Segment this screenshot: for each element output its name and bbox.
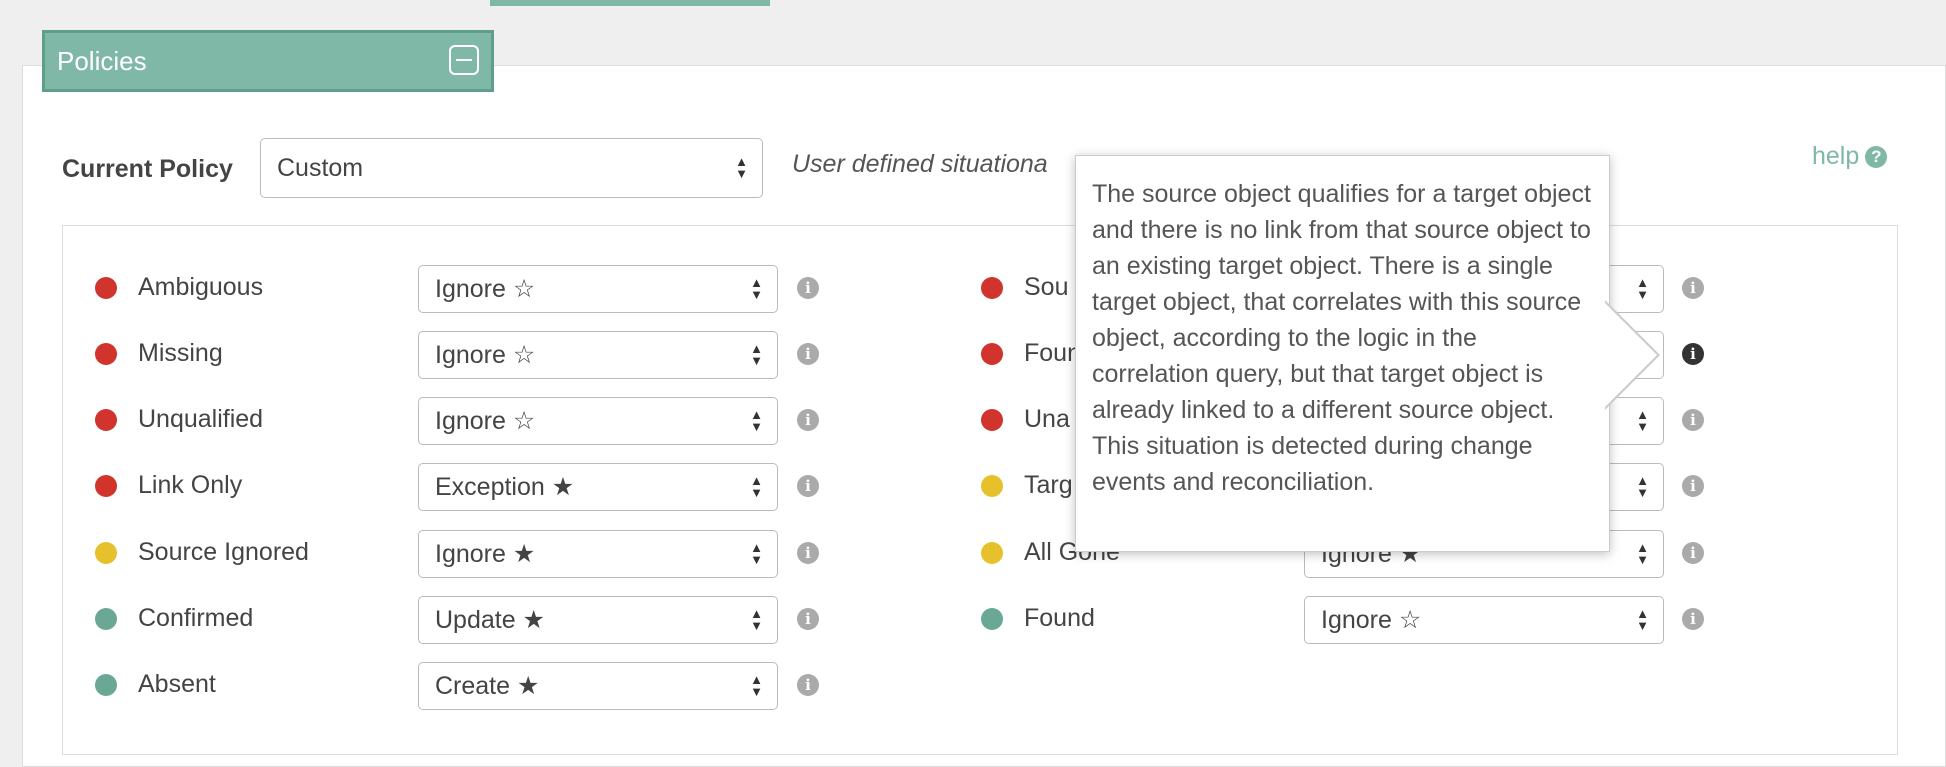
select-arrows-icon: ▲ ▼ <box>750 540 763 567</box>
situation-action-select[interactable]: Ignore ☆ ▲ ▼ <box>418 397 778 445</box>
info-icon[interactable]: i <box>1682 343 1704 365</box>
top-tab-indicator <box>490 0 770 6</box>
status-dot-red <box>95 343 117 365</box>
question-icon: ? <box>1865 145 1888 168</box>
situation-action-select[interactable]: Ignore ☆ ▲ ▼ <box>418 265 778 313</box>
status-dot-yellow <box>981 542 1003 564</box>
situation-label: Link Only <box>138 471 243 499</box>
collapse-icon[interactable] <box>449 45 479 75</box>
help-label: help <box>1812 142 1860 170</box>
info-icon[interactable]: i <box>797 608 819 630</box>
situation-label: Found <box>1024 604 1095 632</box>
situation-action-value: Ignore ☆ <box>435 275 536 303</box>
current-policy-label: Current Policy <box>62 155 233 183</box>
status-dot-red <box>95 277 117 299</box>
policies-panel-header: Policies <box>42 30 494 92</box>
situation-action-value: Create ★ <box>435 672 540 700</box>
tooltip-text: The source object qualifies for a target… <box>1092 180 1591 496</box>
info-icon[interactable]: i <box>797 343 819 365</box>
situation-action-select[interactable]: Ignore ★ ▲ ▼ <box>418 530 778 578</box>
select-arrows-icon: ▲ ▼ <box>1636 407 1649 434</box>
situation-label: Targ <box>1024 471 1073 499</box>
select-arrows-icon: ▲ ▼ <box>750 341 763 368</box>
select-arrows-icon: ▲ ▼ <box>750 672 763 699</box>
select-arrows-icon: ▲ ▼ <box>1636 606 1649 633</box>
info-icon[interactable]: i <box>797 409 819 431</box>
status-dot-green <box>95 608 117 630</box>
select-arrows-icon: ▲ ▼ <box>750 275 763 302</box>
status-dot-green <box>981 608 1003 630</box>
situation-label: Absent <box>138 670 216 698</box>
situation-action-value: Ignore ★ <box>435 540 536 568</box>
situation-label: Foun <box>1024 339 1081 367</box>
situation-label: Missing <box>138 339 223 367</box>
select-arrows-icon: ▲ ▼ <box>750 473 763 500</box>
select-arrows-icon: ▲ ▼ <box>750 606 763 633</box>
current-policy-value: Custom <box>277 153 364 182</box>
select-arrows-icon: ▲ ▼ <box>1636 473 1649 500</box>
status-dot-red <box>95 475 117 497</box>
status-dot-green <box>95 674 117 696</box>
info-icon[interactable]: i <box>1682 542 1704 564</box>
situation-action-value: Update ★ <box>435 606 545 634</box>
select-arrows-icon: ▲ ▼ <box>1636 540 1649 567</box>
info-icon[interactable]: i <box>1682 277 1704 299</box>
help-link[interactable]: help ? <box>1812 142 1888 171</box>
situation-label: Unqualified <box>138 405 264 433</box>
situation-action-value: Ignore ☆ <box>435 341 536 369</box>
info-icon[interactable]: i <box>797 277 819 299</box>
situation-label: Source Ignored <box>138 538 309 566</box>
info-icon[interactable]: i <box>1682 608 1704 630</box>
situation-tooltip: The source object qualifies for a target… <box>1075 155 1610 552</box>
status-dot-red <box>95 409 117 431</box>
tooltip-arrow-fill <box>1604 302 1657 408</box>
situation-action-value: Exception ★ <box>435 473 575 501</box>
situation-label: Una <box>1024 405 1070 433</box>
select-arrows-icon: ▲ ▼ <box>1636 275 1649 302</box>
info-icon[interactable]: i <box>797 475 819 497</box>
info-icon[interactable]: i <box>1682 475 1704 497</box>
situation-action-value: Ignore ☆ <box>1321 606 1422 634</box>
status-dot-red <box>981 343 1003 365</box>
status-dot-red <box>981 409 1003 431</box>
current-policy-select[interactable]: Custom ▲ ▼ <box>260 138 763 198</box>
situation-action-select[interactable]: Create ★ ▲ ▼ <box>418 662 778 710</box>
situation-label: Confirmed <box>138 604 254 632</box>
status-dot-yellow <box>95 542 117 564</box>
status-dot-yellow <box>981 475 1003 497</box>
situation-action-select[interactable]: Ignore ☆ ▲ ▼ <box>418 331 778 379</box>
panel-title: Policies <box>57 45 147 76</box>
situation-label: Sou <box>1024 273 1069 301</box>
situation-action-select[interactable]: Ignore ☆ ▲ ▼ <box>1304 596 1664 644</box>
situation-action-value: Ignore ☆ <box>435 407 536 435</box>
info-icon[interactable]: i <box>797 674 819 696</box>
situation-action-select[interactable]: Update ★ ▲ ▼ <box>418 596 778 644</box>
select-arrows-icon: ▲ ▼ <box>735 154 748 181</box>
select-arrows-icon: ▲ ▼ <box>750 407 763 434</box>
policy-description: User defined situationa <box>792 150 1048 178</box>
status-dot-red <box>981 277 1003 299</box>
situation-label: Ambiguous <box>138 273 264 301</box>
situation-action-select[interactable]: Exception ★ ▲ ▼ <box>418 463 778 511</box>
info-icon[interactable]: i <box>1682 409 1704 431</box>
info-icon[interactable]: i <box>797 542 819 564</box>
